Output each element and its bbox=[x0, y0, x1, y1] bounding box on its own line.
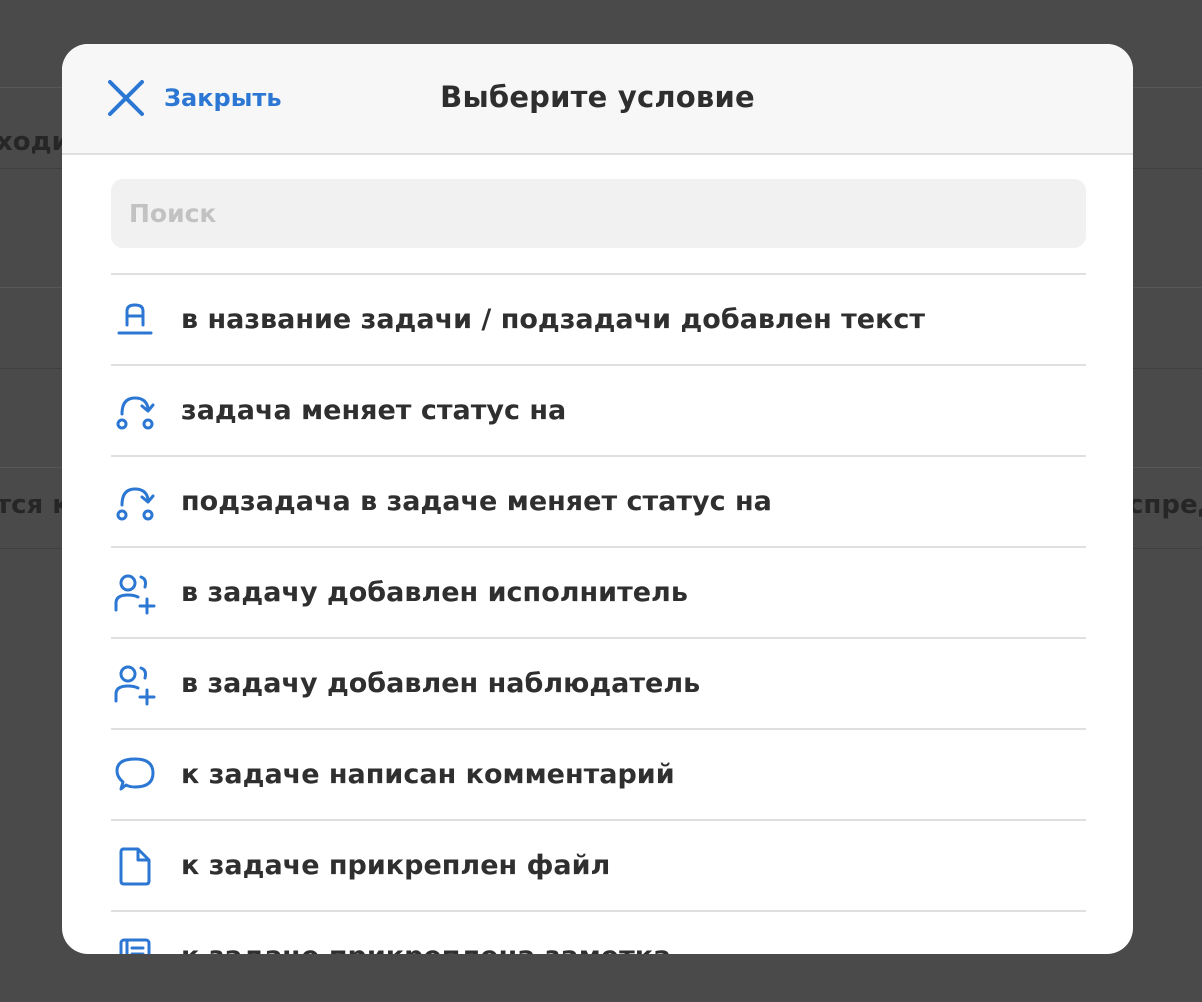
list-item-label: к задаче прикреплен файл bbox=[181, 850, 611, 881]
list-item[interactable]: задача меняет статус на bbox=[111, 364, 1086, 455]
list-item[interactable]: к задаче написан комментарий bbox=[111, 728, 1086, 819]
modal-title: Выберите условие bbox=[440, 80, 755, 114]
list-item[interactable]: в задачу добавлен наблюдатель bbox=[111, 637, 1086, 728]
list-item[interactable]: к задаче прикреплена заметка bbox=[111, 910, 1086, 954]
search-input[interactable] bbox=[111, 179, 1086, 248]
list-item-label: в задачу добавлен исполнитель bbox=[181, 577, 688, 608]
status-change-icon bbox=[111, 478, 159, 526]
text-underline-icon bbox=[111, 296, 159, 344]
list-item-label: задача меняет статус на bbox=[181, 395, 567, 426]
list-item[interactable]: в задачу добавлен исполнитель bbox=[111, 546, 1086, 637]
list-item[interactable]: подзадача в задаче меняет статус на bbox=[111, 455, 1086, 546]
modal-header: Закрыть Выберите условие bbox=[62, 44, 1133, 155]
list-item[interactable]: в название задачи / подзадачи добавлен т… bbox=[111, 273, 1086, 364]
condition-modal: Закрыть Выберите условие в название зада… bbox=[62, 44, 1133, 954]
list-item-label: в название задачи / подзадачи добавлен т… bbox=[181, 304, 926, 335]
list-item-label: к задаче прикреплена заметка bbox=[181, 941, 671, 954]
background-text: ходи bbox=[0, 127, 70, 157]
file-icon bbox=[111, 842, 159, 890]
condition-list: в название задачи / подзадачи добавлен т… bbox=[111, 273, 1086, 954]
comment-icon bbox=[111, 751, 159, 799]
add-users-icon bbox=[111, 660, 159, 708]
background-text: тся к bbox=[0, 490, 70, 520]
list-item-label: к задаче написан комментарий bbox=[181, 759, 675, 790]
status-change-icon bbox=[111, 387, 159, 435]
list-item-label: в задачу добавлен наблюдатель bbox=[181, 668, 701, 699]
list-item-label: подзадача в задаче меняет статус на bbox=[181, 486, 772, 517]
background-text: спред bbox=[1128, 490, 1202, 520]
note-icon bbox=[111, 933, 159, 954]
add-users-icon bbox=[111, 569, 159, 617]
list-item[interactable]: к задаче прикреплен файл bbox=[111, 819, 1086, 910]
